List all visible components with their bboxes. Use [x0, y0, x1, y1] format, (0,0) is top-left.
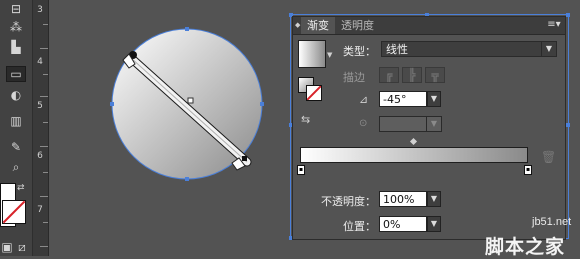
opacity-field[interactable]: 100%	[379, 191, 427, 207]
gradient-tool-icon[interactable]: ▭	[6, 66, 26, 82]
angle-icon: ⊿	[359, 93, 369, 106]
gradient-stop-start[interactable]: ▪	[297, 165, 305, 175]
tab-gradient[interactable]: 渐变	[301, 17, 335, 34]
type-dropdown[interactable]: 线性 ▼	[381, 41, 557, 57]
ruler-label: 5	[37, 101, 43, 111]
chart-icon[interactable]: ▥	[7, 114, 25, 128]
thumbnail-dropdown-icon[interactable]: ▼	[327, 51, 332, 59]
location-dropdown-arrow[interactable]: ▼	[427, 216, 441, 232]
panel-menu-icon[interactable]: ≡▾	[547, 19, 561, 31]
gradient-slider[interactable]	[300, 147, 528, 163]
eyedropper-icon[interactable]: ✎	[7, 140, 25, 154]
watermark-domain: jb51.net	[532, 216, 572, 228]
angle-field[interactable]: -45°	[379, 91, 427, 107]
tools-panel: ⊟ ⁂ ▙ ▭ ◐ ▥ ✎ ⌕ ⇄ ▣ ⧄	[0, 0, 33, 256]
stroke-none-indicator[interactable]	[306, 85, 322, 101]
column-graph-icon[interactable]: ▙	[7, 40, 25, 54]
gradient-end-handle[interactable]	[242, 156, 247, 161]
opacity-label: 不透明度：	[321, 195, 376, 208]
anchor-right[interactable]	[260, 102, 264, 106]
anchor-bottom[interactable]	[185, 177, 189, 181]
ruler-label: 7	[37, 205, 43, 215]
artboard-canvas[interactable]	[49, 0, 289, 256]
blend-icon[interactable]: ◐	[7, 88, 25, 102]
ruler-label: 4	[37, 57, 43, 67]
chevron-down-icon: ▼	[541, 42, 556, 56]
stroke-label: 描边	[343, 71, 365, 84]
anchor-top[interactable]	[185, 27, 189, 31]
symbol-sprayer-icon[interactable]: ⁂	[7, 20, 25, 34]
location-label: 位置：	[343, 220, 376, 233]
swap-colors-icon[interactable]: ⇄	[17, 183, 25, 193]
location-field[interactable]: 0%	[379, 216, 427, 232]
stroke-within-icon[interactable]: ╔	[379, 67, 399, 83]
watermark-site-name: 脚本之家	[485, 236, 566, 258]
anchor-left[interactable]	[110, 102, 114, 106]
type-value: 线性	[386, 43, 408, 56]
gradient-stop-end[interactable]: ▪	[524, 165, 532, 175]
gradient-midpoint-handle[interactable]	[187, 97, 194, 104]
angle-dropdown-arrow[interactable]: ▼	[427, 91, 441, 107]
aspect-ratio-icon: ⊙	[359, 118, 368, 129]
panel-tabbar: ◆ 渐变 透明度 ≡▾	[293, 17, 565, 35]
tab-transparency[interactable]: 透明度	[335, 17, 380, 34]
gradient-thumbnail[interactable]	[298, 40, 326, 68]
type-label: 类型：	[343, 45, 376, 58]
gradient-panel: ◆ 渐变 透明度 ≡▾ ▼ ⇆ 类型： 线性 ▼ 描边 ╔ ╠ ╦ ⊿ -45°…	[292, 16, 566, 240]
reverse-gradient-icon[interactable]: ⇆	[301, 113, 310, 126]
stroke-across-icon[interactable]: ╦	[425, 67, 445, 83]
delete-stop-icon[interactable]: 🗑	[541, 150, 556, 164]
opacity-dropdown-arrow[interactable]: ▼	[427, 191, 441, 207]
stroke-swatch[interactable]	[2, 200, 26, 224]
stroke-along-icon[interactable]: ╠	[402, 67, 422, 83]
vertical-ruler: 3 4 5 6 7	[33, 0, 49, 256]
zoom-icon[interactable]: ⌕	[7, 160, 25, 174]
ruler-label: 3	[37, 5, 43, 15]
none-color-icon[interactable]: ⧄	[16, 240, 28, 254]
artboard-icon[interactable]: ⊟	[7, 2, 25, 16]
chevron-down-icon: ▼	[426, 117, 441, 131]
ruler-label: 6	[37, 151, 43, 161]
aspect-ratio-dropdown[interactable]: ▼	[379, 116, 442, 132]
default-colors-icon[interactable]: ▣	[1, 240, 13, 254]
gradient-midpoint-diamond[interactable]	[409, 137, 418, 146]
